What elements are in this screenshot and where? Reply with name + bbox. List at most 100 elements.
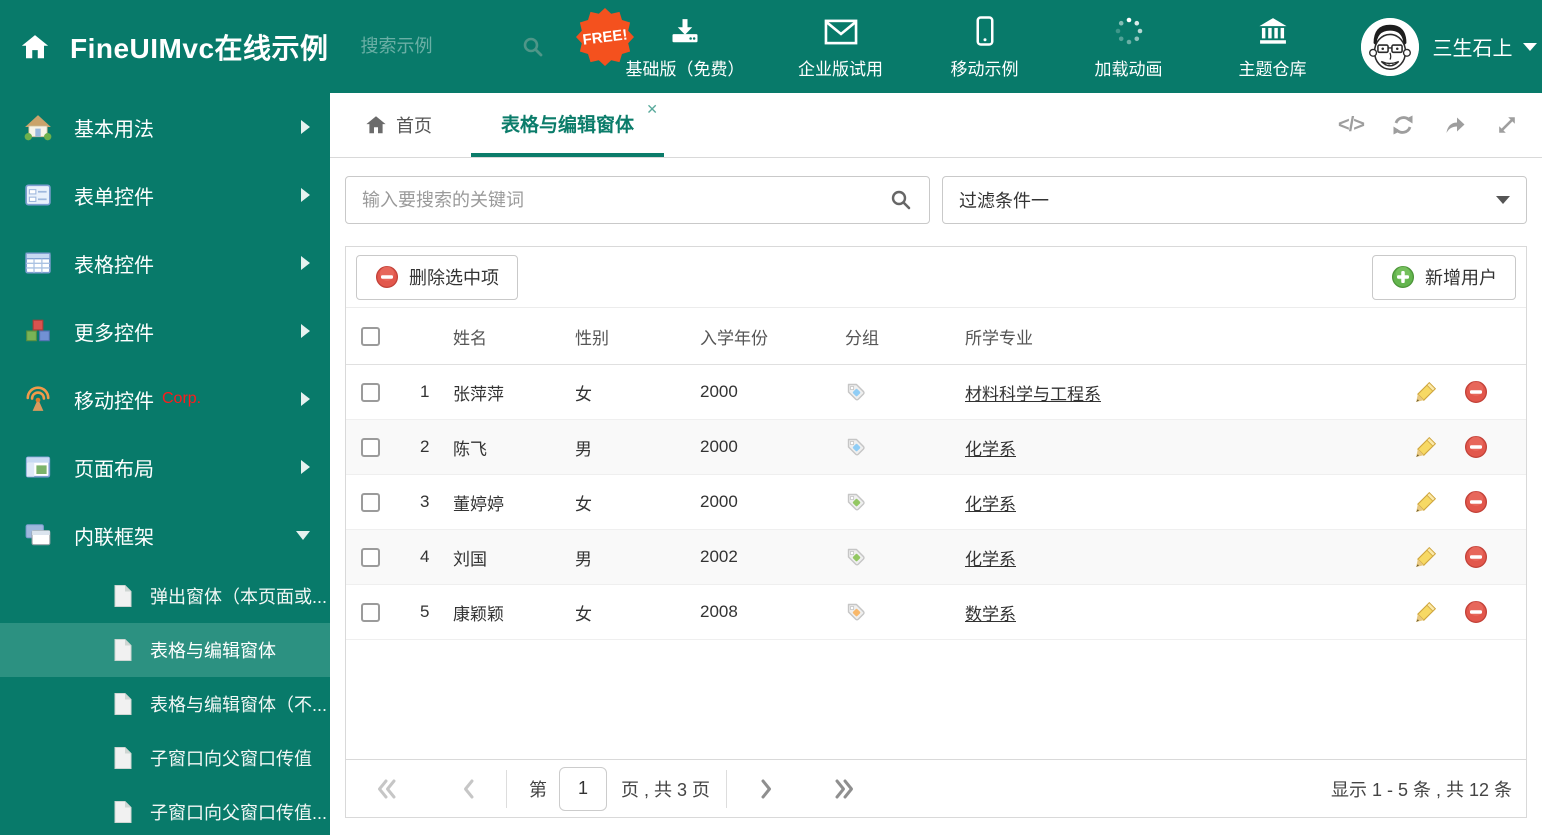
table-row: 1 张萍萍 女 2000 材料科学与工程系 (346, 365, 1526, 420)
next-page-button[interactable] (753, 776, 779, 802)
page-icon (112, 800, 134, 824)
sidebar-item-label: 基本用法 (74, 118, 154, 141)
delete-minus-icon[interactable] (1464, 600, 1488, 624)
select-all-checkbox[interactable] (361, 326, 380, 346)
sidebar-item-label: 移动控件 (74, 390, 154, 413)
page-icon (112, 638, 134, 662)
edit-pencil-icon[interactable] (1414, 600, 1438, 624)
major-link[interactable]: 化学系 (965, 495, 1016, 514)
filter-dropdown[interactable]: 过滤条件一 (942, 176, 1527, 224)
sidebar-item-mobile-controls[interactable]: 移动控件 Corp. (0, 365, 330, 433)
user-name: 三生石上 (1432, 38, 1513, 60)
prev-page-button[interactable] (456, 776, 482, 802)
delete-minus-icon[interactable] (1464, 545, 1488, 569)
header-search-input[interactable] (360, 36, 521, 57)
sidebar-subitem-label: 表格与编辑窗体 (150, 641, 276, 661)
delete-selected-button[interactable]: 删除选中项 (356, 254, 518, 300)
tab-label: 首页 (396, 116, 432, 136)
code-icon: </> (1338, 113, 1365, 136)
chevron-right-icon (301, 460, 310, 474)
page-suffix: 页 , 共 3 页 (621, 779, 711, 800)
source-code-button[interactable]: </> (1338, 112, 1365, 138)
cubes-icon (26, 319, 50, 342)
table-row: 5 康颖颖 女 2008 数学系 (346, 585, 1526, 640)
major-link[interactable]: 化学系 (965, 550, 1016, 569)
sidebar-subitem-popup-window[interactable]: 弹出窗体（本页面或... (0, 569, 330, 623)
search-icon[interactable] (521, 35, 545, 59)
keyword-search-input[interactable] (362, 189, 889, 211)
close-icon[interactable]: ✕ (646, 102, 658, 116)
delete-minus-icon[interactable] (1464, 490, 1488, 514)
column-year: 入学年份 (700, 328, 768, 348)
home-icon[interactable] (18, 30, 52, 64)
house-color-icon (24, 115, 52, 141)
last-page-button[interactable] (831, 776, 857, 802)
column-gender: 性别 (575, 328, 609, 348)
column-name: 姓名 (453, 328, 487, 348)
header-nav: FREE! 基础版（免费） 企业版试用 移动示例 加载动画 主题仓库 (575, 7, 1321, 80)
search-icon[interactable] (889, 188, 913, 212)
sidebar-item-form-controls[interactable]: 表单控件 (0, 161, 330, 229)
nav-item-theme-repo[interactable]: 主题仓库 (1225, 14, 1321, 80)
tab-home[interactable]: 首页 (360, 93, 437, 157)
sidebar-subitem-child-to-parent[interactable]: 子窗口向父窗口传值 (0, 731, 330, 785)
refresh-button[interactable] (1390, 112, 1416, 138)
row-index: 4 (420, 547, 430, 566)
tab-grid-edit-window[interactable]: 表格与编辑窗体 ✕ (471, 93, 665, 157)
row-checkbox[interactable] (361, 382, 380, 402)
add-user-label: 新增用户 (1425, 268, 1497, 288)
cell-name: 刘国 (453, 549, 487, 569)
chevron-left-icon (464, 779, 474, 798)
page-number-input[interactable] (559, 766, 607, 811)
edit-pencil-icon[interactable] (1414, 380, 1438, 404)
keyword-search-box[interactable] (345, 176, 930, 224)
major-link[interactable]: 数学系 (965, 605, 1016, 624)
row-checkbox[interactable] (361, 437, 380, 457)
share-button[interactable] (1442, 112, 1468, 138)
sidebar-subitem-child-to-parent-2[interactable]: 子窗口向父窗口传值... (0, 785, 330, 835)
header-search[interactable] (360, 35, 566, 59)
sidebar-item-more-controls[interactable]: 更多控件 (0, 297, 330, 365)
expand-button[interactable] (1494, 112, 1520, 138)
first-page-button[interactable] (374, 776, 400, 802)
nav-item-basic-edition[interactable]: FREE! 基础版（免费） (575, 7, 745, 80)
edit-pencil-icon[interactable] (1414, 490, 1438, 514)
nav-item-mobile-demo[interactable]: 移动示例 (937, 14, 1033, 80)
delete-minus-icon[interactable] (1464, 380, 1488, 404)
column-group: 分组 (845, 328, 879, 348)
sidebar-subitem-grid-edit-window-2[interactable]: 表格与编辑窗体（不... (0, 677, 330, 731)
page-icon (112, 692, 134, 716)
delete-minus-icon[interactable] (1464, 435, 1488, 459)
tag-icon (845, 601, 867, 623)
minus-circle-icon (375, 265, 399, 289)
row-index: 3 (420, 492, 430, 511)
edit-pencil-icon[interactable] (1414, 545, 1438, 569)
add-user-button[interactable]: 新增用户 (1372, 254, 1516, 300)
sidebar-item-page-layout[interactable]: 页面布局 (0, 433, 330, 501)
nav-item-enterprise-trial[interactable]: 企业版试用 (793, 14, 889, 80)
cell-year: 2000 (700, 437, 738, 456)
major-link[interactable]: 化学系 (965, 440, 1016, 459)
cell-gender: 女 (575, 494, 592, 514)
cell-gender: 女 (575, 604, 592, 624)
row-checkbox[interactable] (361, 492, 380, 512)
major-link[interactable]: 材料科学与工程系 (965, 385, 1101, 404)
edit-pencil-icon[interactable] (1414, 435, 1438, 459)
chevron-down-icon (1522, 42, 1537, 51)
chevron-down-icon (1496, 196, 1510, 204)
table-header: 姓名 性别 入学年份 分组 所学专业 (346, 308, 1526, 365)
table-row: 3 董婷婷 女 2000 化学系 (346, 475, 1526, 530)
sidebar-item-grid-controls[interactable]: 表格控件 (0, 229, 330, 297)
sidebar-subitem-grid-edit-window[interactable]: 表格与编辑窗体 (0, 623, 330, 677)
cell-year: 2000 (700, 382, 738, 401)
row-checkbox[interactable] (361, 547, 380, 567)
sidebar-item-iframe[interactable]: 内联框架 (0, 501, 330, 569)
filter-row: 过滤条件一 (330, 158, 1542, 224)
row-checkbox[interactable] (361, 602, 380, 622)
cell-gender: 男 (575, 439, 592, 459)
sidebar-item-basic-usage[interactable]: 基本用法 (0, 93, 330, 161)
nav-item-loading-animation[interactable]: 加载动画 (1081, 14, 1177, 80)
sidebar-subitem-label: 表格与编辑窗体（不... (150, 695, 328, 715)
cell-name: 张萍萍 (453, 384, 504, 404)
user-menu[interactable]: 三生石上 (1360, 17, 1537, 76)
